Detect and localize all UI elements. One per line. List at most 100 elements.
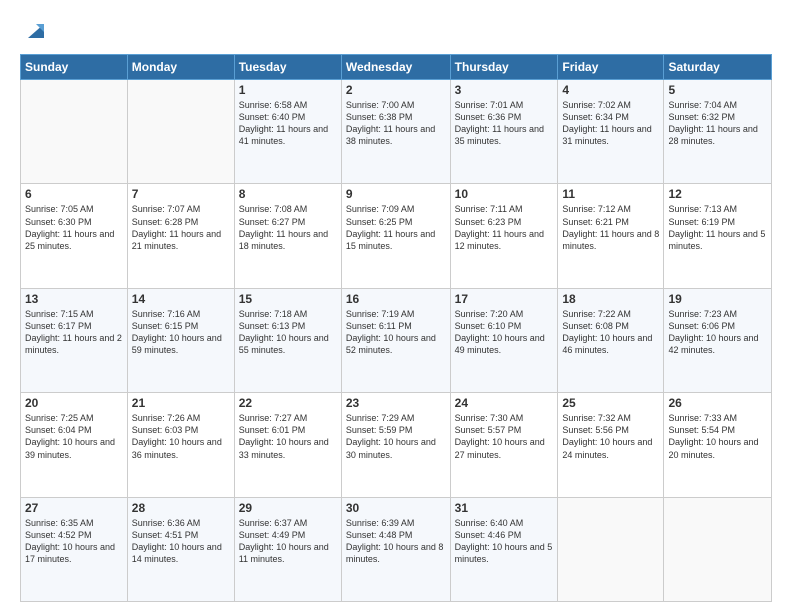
day-info: Sunrise: 7:29 AM Sunset: 5:59 PM Dayligh… (346, 412, 446, 461)
day-number: 14 (132, 292, 230, 306)
day-info: Sunrise: 7:09 AM Sunset: 6:25 PM Dayligh… (346, 203, 446, 252)
day-info: Sunrise: 7:04 AM Sunset: 6:32 PM Dayligh… (668, 99, 767, 148)
day-number: 27 (25, 501, 123, 515)
calendar-cell (664, 497, 772, 601)
day-number: 15 (239, 292, 337, 306)
day-info: Sunrise: 6:37 AM Sunset: 4:49 PM Dayligh… (239, 517, 337, 566)
calendar-cell: 18Sunrise: 7:22 AM Sunset: 6:08 PM Dayli… (558, 288, 664, 392)
day-info: Sunrise: 7:22 AM Sunset: 6:08 PM Dayligh… (562, 308, 659, 357)
day-info: Sunrise: 7:25 AM Sunset: 6:04 PM Dayligh… (25, 412, 123, 461)
calendar-cell: 26 Sunrise: 7:33 AM Sunset: 5:54 PM Dayli… (664, 393, 772, 497)
calendar-cell: 27 Sunrise: 6:35 AM Sunset: 4:52 PM Dayli… (21, 497, 128, 601)
calendar-cell: 30Sunrise: 6:39 AM Sunset: 4:48 PM Dayli… (341, 497, 450, 601)
calendar-cell: 17 Sunrise: 7:20 AM Sunset: 6:10 PM Dayli… (450, 288, 558, 392)
calendar-cell: 5 Sunrise: 7:04 AM Sunset: 6:32 PM Daylig… (664, 80, 772, 184)
day-number: 6 (25, 187, 123, 201)
calendar-cell: 11 Sunrise: 7:12 AM Sunset: 6:21 PM Dayli… (558, 184, 664, 288)
weekday-header-tuesday: Tuesday (234, 55, 341, 80)
calendar-cell: 20Sunrise: 7:25 AM Sunset: 6:04 PM Dayli… (21, 393, 128, 497)
day-number: 12 (668, 187, 767, 201)
day-info: Sunrise: 7:30 AM Sunset: 5:57 PM Dayligh… (455, 412, 554, 461)
day-info: Sunrise: 7:32 AM Sunset: 5:56 PM Dayligh… (562, 412, 659, 461)
calendar-cell (21, 80, 128, 184)
day-number: 29 (239, 501, 337, 515)
logo-icon (22, 16, 50, 44)
calendar-cell: 4Sunrise: 7:02 AM Sunset: 6:34 PM Daylig… (558, 80, 664, 184)
week-row-3: 13 Sunrise: 7:15 AM Sunset: 6:17 PM Dayli… (21, 288, 772, 392)
calendar-cell: 24 Sunrise: 7:30 AM Sunset: 5:57 PM Dayli… (450, 393, 558, 497)
calendar-cell: 12 Sunrise: 7:13 AM Sunset: 6:19 PM Dayli… (664, 184, 772, 288)
calendar-cell: 21 Sunrise: 7:26 AM Sunset: 6:03 PM Dayli… (127, 393, 234, 497)
page: SundayMondayTuesdayWednesdayThursdayFrid… (0, 0, 792, 612)
day-info: Sunrise: 7:27 AM Sunset: 6:01 PM Dayligh… (239, 412, 337, 461)
day-info: Sunrise: 7:20 AM Sunset: 6:10 PM Dayligh… (455, 308, 554, 357)
calendar-cell: 3 Sunrise: 7:01 AM Sunset: 6:36 PM Daylig… (450, 80, 558, 184)
calendar-cell: 13 Sunrise: 7:15 AM Sunset: 6:17 PM Dayli… (21, 288, 128, 392)
day-number: 16 (346, 292, 446, 306)
day-info: Sunrise: 7:26 AM Sunset: 6:03 PM Dayligh… (132, 412, 230, 461)
day-number: 11 (562, 187, 659, 201)
calendar-cell: 9 Sunrise: 7:09 AM Sunset: 6:25 PM Daylig… (341, 184, 450, 288)
day-info: Sunrise: 7:13 AM Sunset: 6:19 PM Dayligh… (668, 203, 767, 252)
calendar-cell: 10 Sunrise: 7:11 AM Sunset: 6:23 PM Dayli… (450, 184, 558, 288)
day-number: 28 (132, 501, 230, 515)
day-info: Sunrise: 6:36 AM Sunset: 4:51 PM Dayligh… (132, 517, 230, 566)
weekday-header-sunday: Sunday (21, 55, 128, 80)
day-number: 3 (455, 83, 554, 97)
day-number: 8 (239, 187, 337, 201)
day-number: 2 (346, 83, 446, 97)
day-info: Sunrise: 6:39 AM Sunset: 4:48 PM Dayligh… (346, 517, 446, 566)
calendar-cell: 25 Sunrise: 7:32 AM Sunset: 5:56 PM Dayli… (558, 393, 664, 497)
day-number: 31 (455, 501, 554, 515)
calendar-cell: 28 Sunrise: 6:36 AM Sunset: 4:51 PM Dayli… (127, 497, 234, 601)
day-number: 5 (668, 83, 767, 97)
weekday-header-monday: Monday (127, 55, 234, 80)
calendar-cell: 16Sunrise: 7:19 AM Sunset: 6:11 PM Dayli… (341, 288, 450, 392)
day-info: Sunrise: 7:05 AM Sunset: 6:30 PM Dayligh… (25, 203, 123, 252)
day-number: 7 (132, 187, 230, 201)
week-row-4: 20Sunrise: 7:25 AM Sunset: 6:04 PM Dayli… (21, 393, 772, 497)
calendar-cell: 7Sunrise: 7:07 AM Sunset: 6:28 PM Daylig… (127, 184, 234, 288)
day-number: 22 (239, 396, 337, 410)
day-number: 21 (132, 396, 230, 410)
day-number: 24 (455, 396, 554, 410)
day-number: 26 (668, 396, 767, 410)
day-info: Sunrise: 7:02 AM Sunset: 6:34 PM Dayligh… (562, 99, 659, 148)
week-row-2: 6 Sunrise: 7:05 AM Sunset: 6:30 PM Daylig… (21, 184, 772, 288)
day-info: Sunrise: 7:01 AM Sunset: 6:36 PM Dayligh… (455, 99, 554, 148)
day-info: Sunrise: 7:18 AM Sunset: 6:13 PM Dayligh… (239, 308, 337, 357)
calendar-cell: 8 Sunrise: 7:08 AM Sunset: 6:27 PM Daylig… (234, 184, 341, 288)
day-info: Sunrise: 6:58 AM Sunset: 6:40 PM Dayligh… (239, 99, 337, 148)
calendar-cell: 14 Sunrise: 7:16 AM Sunset: 6:15 PM Dayli… (127, 288, 234, 392)
day-info: Sunrise: 7:00 AM Sunset: 6:38 PM Dayligh… (346, 99, 446, 148)
calendar-cell: 23Sunrise: 7:29 AM Sunset: 5:59 PM Dayli… (341, 393, 450, 497)
calendar-cell: 6 Sunrise: 7:05 AM Sunset: 6:30 PM Daylig… (21, 184, 128, 288)
day-number: 19 (668, 292, 767, 306)
weekday-header-thursday: Thursday (450, 55, 558, 80)
calendar-cell: 15 Sunrise: 7:18 AM Sunset: 6:13 PM Dayli… (234, 288, 341, 392)
day-info: Sunrise: 7:12 AM Sunset: 6:21 PM Dayligh… (562, 203, 659, 252)
day-number: 10 (455, 187, 554, 201)
day-number: 17 (455, 292, 554, 306)
calendar-cell (558, 497, 664, 601)
day-info: Sunrise: 7:11 AM Sunset: 6:23 PM Dayligh… (455, 203, 554, 252)
week-row-5: 27 Sunrise: 6:35 AM Sunset: 4:52 PM Dayli… (21, 497, 772, 601)
day-info: Sunrise: 7:16 AM Sunset: 6:15 PM Dayligh… (132, 308, 230, 357)
weekday-header-friday: Friday (558, 55, 664, 80)
calendar-cell (127, 80, 234, 184)
weekday-header-row: SundayMondayTuesdayWednesdayThursdayFrid… (21, 55, 772, 80)
logo (20, 16, 50, 44)
day-info: Sunrise: 6:35 AM Sunset: 4:52 PM Dayligh… (25, 517, 123, 566)
day-info: Sunrise: 7:15 AM Sunset: 6:17 PM Dayligh… (25, 308, 123, 357)
calendar-table: SundayMondayTuesdayWednesdayThursdayFrid… (20, 54, 772, 602)
day-number: 13 (25, 292, 123, 306)
day-info: Sunrise: 7:33 AM Sunset: 5:54 PM Dayligh… (668, 412, 767, 461)
day-info: Sunrise: 6:40 AM Sunset: 4:46 PM Dayligh… (455, 517, 554, 566)
weekday-header-wednesday: Wednesday (341, 55, 450, 80)
header (20, 16, 772, 44)
day-number: 9 (346, 187, 446, 201)
day-number: 25 (562, 396, 659, 410)
week-row-1: 1Sunrise: 6:58 AM Sunset: 6:40 PM Daylig… (21, 80, 772, 184)
calendar-cell: 29 Sunrise: 6:37 AM Sunset: 4:49 PM Dayli… (234, 497, 341, 601)
day-info: Sunrise: 7:08 AM Sunset: 6:27 PM Dayligh… (239, 203, 337, 252)
